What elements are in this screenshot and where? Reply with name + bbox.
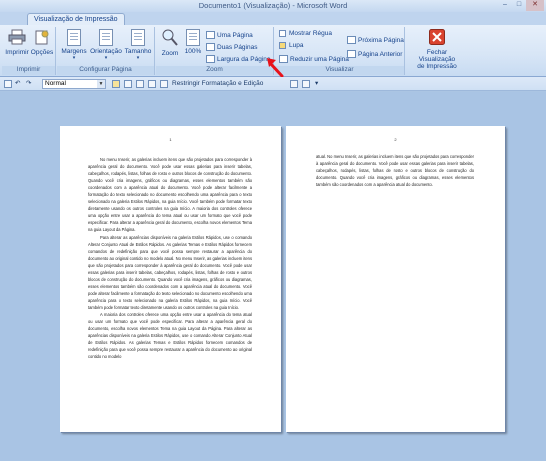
print-label: Imprimir	[5, 49, 29, 56]
size-label: Tamanho	[124, 48, 152, 55]
magnifier-icon	[162, 29, 178, 46]
paragraph-icon[interactable]	[124, 80, 132, 88]
two-pages-label: Duas Páginas	[217, 43, 258, 51]
paragraph: atual. No menu Inserir, as galerias incl…	[316, 154, 474, 188]
previous-page-label: Página Anterior	[358, 50, 403, 58]
lock-icon[interactable]	[160, 80, 168, 88]
page-width-label: Largura da Página	[217, 55, 271, 63]
redo-icon[interactable]: ↷	[26, 79, 31, 89]
previous-page-icon	[347, 50, 356, 58]
page-2-text: atual. No menu Inserir, as galerias incl…	[316, 153, 474, 188]
next-page-button[interactable]: Próxima Página	[347, 35, 404, 45]
shrink-one-page-label: Reduzir uma Página	[290, 55, 349, 63]
group-page-setup: Margens ▾ Orientação ▾ Tamanho ▾ Configu…	[57, 27, 155, 75]
tab-print-preview[interactable]: Visualização de Impressão	[27, 13, 125, 25]
style-select-value: Normal	[45, 80, 66, 87]
annotation-arrow-icon	[267, 58, 284, 78]
sort-icon[interactable]	[302, 80, 310, 88]
close-preview-label-2: de Impressão	[417, 63, 457, 70]
orientation-label: Orientação	[90, 48, 122, 55]
close-preview-icon	[429, 29, 445, 45]
options-button[interactable]: Opções	[30, 29, 54, 56]
zoom-button[interactable]: Zoom	[158, 29, 182, 57]
zoom-label: Zoom	[161, 50, 179, 57]
page-number: 1	[169, 137, 172, 142]
title-bar: Documento1 (Visualização) - Microsoft Wo…	[0, 0, 546, 12]
close-preview-button[interactable]: Fechar Visualização de Impressão	[408, 29, 466, 70]
options-label: Opções	[30, 49, 54, 56]
shrink-one-page-button[interactable]: Reduzir uma Página	[279, 54, 349, 64]
group-label-preview: Visualizar	[275, 66, 404, 75]
close-window-button[interactable]: ✕	[526, 0, 544, 11]
one-page-button[interactable]: Uma Página	[206, 30, 253, 40]
page-1-text: No menu Inserir, as galerias incluem ite…	[88, 156, 252, 360]
list-icon[interactable]	[290, 80, 298, 88]
group-label-zoom: Zoom	[156, 66, 273, 75]
page-width-button[interactable]: Largura da Página	[206, 54, 271, 64]
group-print: Imprimir Opções Imprimir	[2, 27, 56, 75]
group-label-print: Imprimir	[2, 66, 55, 75]
show-ruler-checkbox[interactable]: Mostrar Régua	[279, 30, 332, 37]
group-label-page-setup: Configurar Página	[57, 66, 154, 75]
options-icon	[35, 30, 49, 45]
style-dropdown-icon[interactable]: ▼	[97, 80, 105, 88]
print-button[interactable]: Imprimir	[5, 29, 29, 56]
one-page-icon	[206, 31, 215, 39]
page-number: 2	[394, 137, 397, 142]
next-page-icon	[347, 36, 356, 44]
size-button[interactable]: Tamanho ▾	[123, 29, 153, 62]
maximize-button[interactable]: □	[512, 0, 526, 11]
magnifier-box[interactable]	[279, 42, 286, 49]
group-close-preview: Fechar Visualização de Impressão	[406, 27, 468, 75]
two-pages-icon	[206, 43, 215, 51]
minimize-button[interactable]: –	[498, 0, 512, 11]
one-page-label: Uma Página	[217, 31, 253, 39]
previous-page-button[interactable]: Página Anterior	[347, 49, 402, 59]
page-2[interactable]: 2 atual. No menu Inserir, as galerias in…	[286, 126, 505, 432]
margins-button[interactable]: Margens ▾	[60, 29, 88, 62]
customize-qat-icon[interactable]: ▾	[315, 79, 318, 89]
preview-area[interactable]: 1 No menu Inserir, as galerias incluem i…	[0, 92, 546, 461]
margins-icon	[67, 29, 81, 46]
undo-icon[interactable]: ↶	[15, 79, 20, 89]
quick-access-toolbar: ↶ ↷ Normal ▼ Restringir Formatação e Edi…	[0, 77, 546, 91]
show-ruler-box[interactable]	[279, 30, 286, 37]
ribbon-tab-strip: Visualização de Impressão	[0, 12, 546, 25]
restrict-editing-button[interactable]: Restringir Formatação e Edição	[172, 79, 263, 89]
paragraph: A maioria dos controles oferece uma opçã…	[88, 312, 252, 360]
group-zoom: Zoom 100% Uma Página Duas Páginas Largur…	[156, 27, 274, 75]
zoom-100-label: 100%	[184, 48, 202, 55]
magnifier-label: Lupa	[289, 42, 304, 49]
window-controls: – □ ✕	[498, 0, 544, 12]
spelling-icon[interactable]	[136, 80, 144, 88]
printer-icon	[8, 29, 26, 45]
size-icon	[131, 29, 145, 46]
paragraph: No menu Inserir, as galerias incluem ite…	[88, 157, 252, 233]
page-width-icon	[206, 55, 215, 63]
close-preview-label-1: Fechar Visualização	[418, 49, 456, 63]
magnifier-checkbox[interactable]: Lupa	[279, 42, 303, 49]
page-1[interactable]: 1 No menu Inserir, as galerias incluem i…	[60, 126, 281, 432]
margins-label: Margens	[61, 48, 87, 55]
refresh-icon[interactable]	[148, 80, 156, 88]
show-ruler-label: Mostrar Régua	[289, 30, 332, 37]
two-pages-button[interactable]: Duas Páginas	[206, 42, 257, 52]
style-select[interactable]: Normal ▼	[42, 79, 106, 89]
group-preview: Mostrar Régua Lupa Reduzir uma Página Pr…	[275, 27, 405, 75]
next-page-label: Próxima Página	[358, 36, 404, 44]
page-100-icon	[186, 29, 200, 46]
orientation-icon	[99, 29, 113, 46]
highlight-icon[interactable]	[112, 80, 120, 88]
window-title: Documento1 (Visualização) - Microsoft Wo…	[198, 1, 348, 10]
save-icon[interactable]	[4, 80, 12, 88]
zoom-100-button[interactable]: 100%	[182, 29, 204, 55]
paragraph: Para alterar as aparências disponíveis n…	[88, 234, 252, 310]
orientation-button[interactable]: Orientação ▾	[90, 29, 122, 62]
